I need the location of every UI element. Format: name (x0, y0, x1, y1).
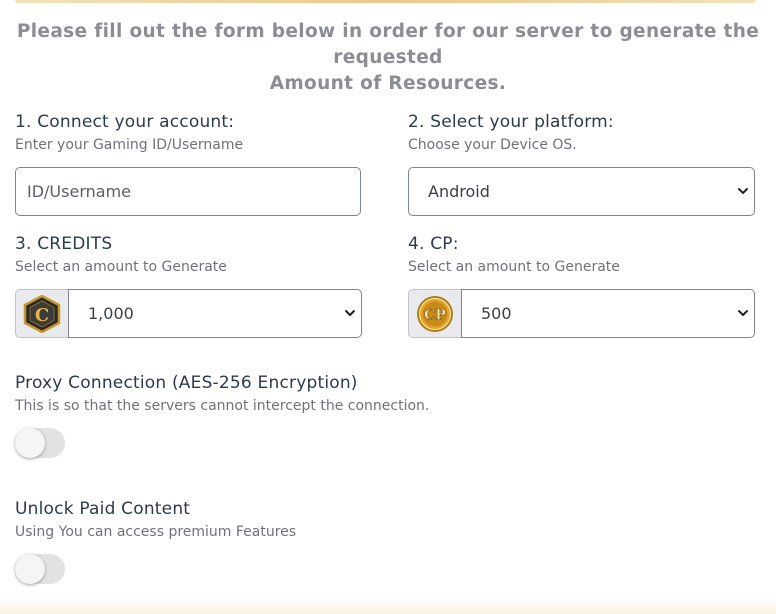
intro-text: Please fill out the form below in order … (0, 19, 776, 97)
credits-coin-icon: C (23, 295, 61, 333)
credits-field-group: 3. CREDITS Select an amount to Generate (15, 233, 227, 277)
paid-content-toggle-knob (15, 554, 45, 584)
platform-select[interactable]: Android (408, 167, 755, 216)
proxy-toggle-knob (15, 428, 45, 458)
credits-icon-addon: C (15, 289, 69, 338)
account-help: Enter your Gaming ID/Username (15, 137, 244, 153)
chevron-down-icon (738, 310, 748, 316)
bottom-accent-glow (0, 600, 776, 614)
platform-field-group: 2. Select your platform: Choose your Dev… (408, 111, 614, 155)
account-field-group: 1. Connect your account: Enter your Gami… (15, 111, 243, 155)
platform-help: Choose your Device OS. (408, 137, 577, 153)
cp-coin-letters: CP (424, 308, 446, 324)
platform-select-value: Android (428, 182, 490, 201)
cp-field-group: 4. CP: Select an amount to Generate (408, 233, 620, 277)
proxy-toggle[interactable] (15, 428, 65, 458)
proxy-help: This is so that the servers cannot inter… (15, 398, 430, 414)
paid-content-field-group: Unlock Paid Content Using You can access… (15, 498, 296, 542)
credits-amount-value: 1,000 (88, 304, 134, 323)
cp-label: 4. CP: (408, 234, 459, 254)
intro-line-2: Amount of Resources. (269, 73, 507, 94)
cp-coin-icon: CP (417, 296, 453, 332)
proxy-field-group: Proxy Connection (AES-256 Encryption) Th… (15, 372, 429, 416)
paid-content-toggle[interactable] (15, 554, 65, 584)
chevron-down-icon (738, 188, 748, 194)
cp-amount-select[interactable]: 500 (461, 289, 755, 338)
credits-label: 3. CREDITS (15, 234, 113, 254)
top-accent-bar (15, 0, 756, 3)
proxy-label: Proxy Connection (AES-256 Encryption) (15, 373, 358, 393)
account-label: 1. Connect your account: (15, 112, 235, 132)
chevron-down-icon (345, 310, 355, 316)
credits-help: Select an amount to Generate (15, 259, 227, 275)
username-input-placeholder: ID/Username (27, 182, 131, 201)
credits-coin-letter: C (35, 305, 49, 326)
cp-help: Select an amount to Generate (408, 259, 620, 275)
username-input[interactable]: ID/Username (15, 167, 361, 216)
paid-content-label: Unlock Paid Content (15, 499, 191, 519)
intro-line-1: Please fill out the form below in order … (16, 21, 760, 68)
platform-label: 2. Select your platform: (408, 112, 614, 132)
cp-icon-addon: CP (408, 289, 462, 338)
credits-amount-select[interactable]: 1,000 (68, 289, 362, 338)
cp-amount-value: 500 (481, 304, 512, 323)
paid-content-help: Using You can access premium Features (15, 524, 297, 540)
